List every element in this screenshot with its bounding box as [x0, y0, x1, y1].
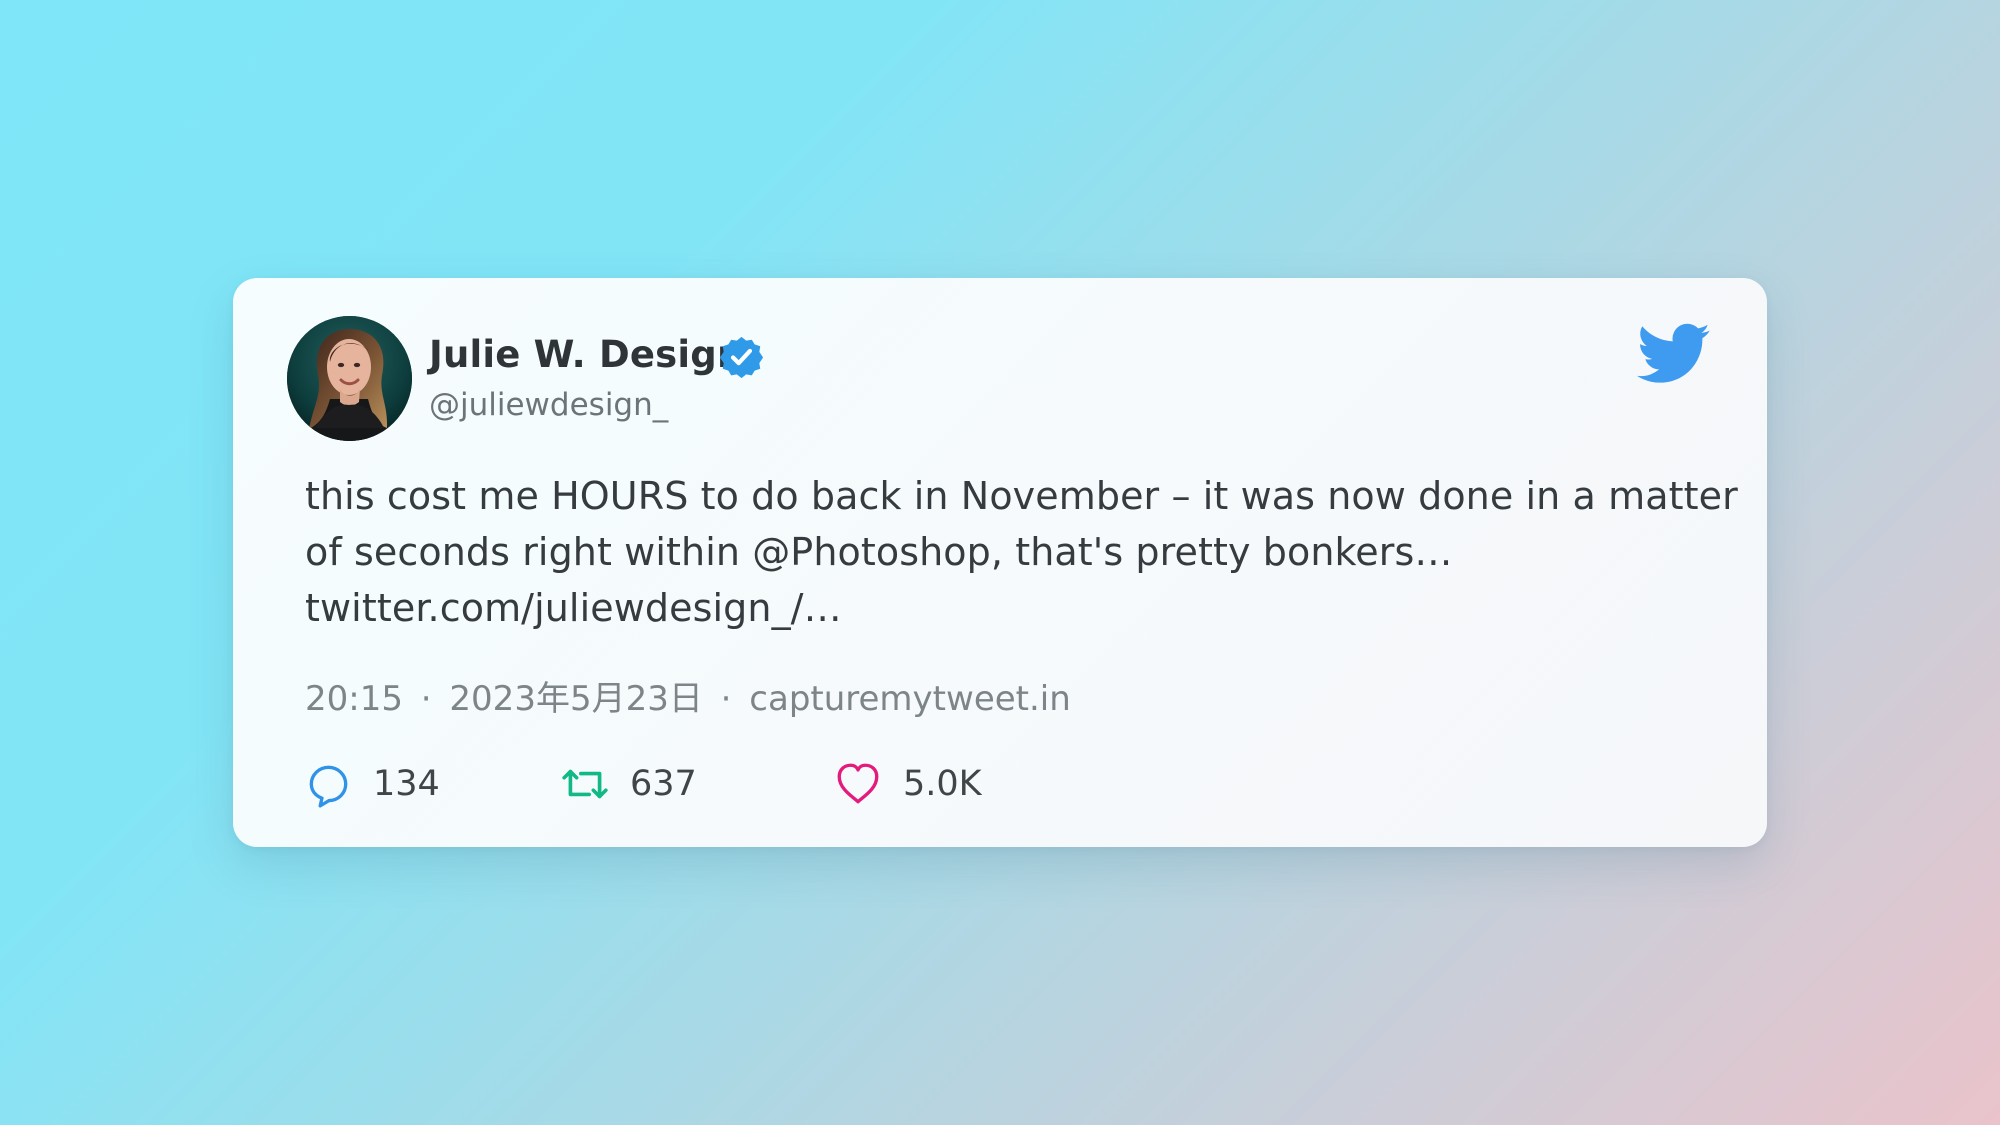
reply-button[interactable]: 134 — [303, 757, 440, 811]
reply-count: 134 — [373, 764, 440, 804]
retweet-count: 637 — [630, 764, 697, 804]
tweet-time[interactable]: 20:15 — [305, 679, 403, 719]
avatar-image — [287, 316, 412, 441]
tweet-text: this cost me HOURS to do back in Novembe… — [305, 468, 1738, 636]
author-name[interactable]: Julie W. Design — [429, 333, 744, 377]
tweet-card: Julie W. Design @juliewdesign_ this cost… — [233, 278, 1767, 847]
twitter-bird-icon[interactable] — [1637, 322, 1711, 386]
author-handle[interactable]: @juliewdesign_ — [429, 386, 668, 424]
tweet-meta: 20:15 · 2023年5月23日 · capturemytweet.in — [305, 678, 1071, 720]
tweet-date[interactable]: 2023年5月23日 — [449, 679, 702, 719]
meta-separator: · — [420, 679, 432, 719]
heart-icon — [837, 763, 879, 804]
tweet-link[interactable]: twitter.com/juliewdesign_/… — [305, 580, 1715, 636]
tweet-text-line[interactable]: of seconds right within @Photoshop, that… — [305, 524, 1715, 580]
like-count: 5.0K — [903, 764, 982, 804]
like-button[interactable]: 5.0K — [833, 757, 982, 811]
tweet-source[interactable]: capturemytweet.in — [749, 679, 1071, 719]
meta-separator: · — [720, 679, 732, 719]
comment-bubble-icon — [309, 765, 348, 808]
tweet-text-line: this cost me HOURS to do back in Novembe… — [305, 474, 1738, 518]
avatar[interactable] — [287, 316, 412, 441]
retweet-button[interactable]: 637 — [560, 757, 697, 811]
retweet-icon — [562, 769, 608, 799]
verified-badge-icon — [719, 336, 764, 379]
